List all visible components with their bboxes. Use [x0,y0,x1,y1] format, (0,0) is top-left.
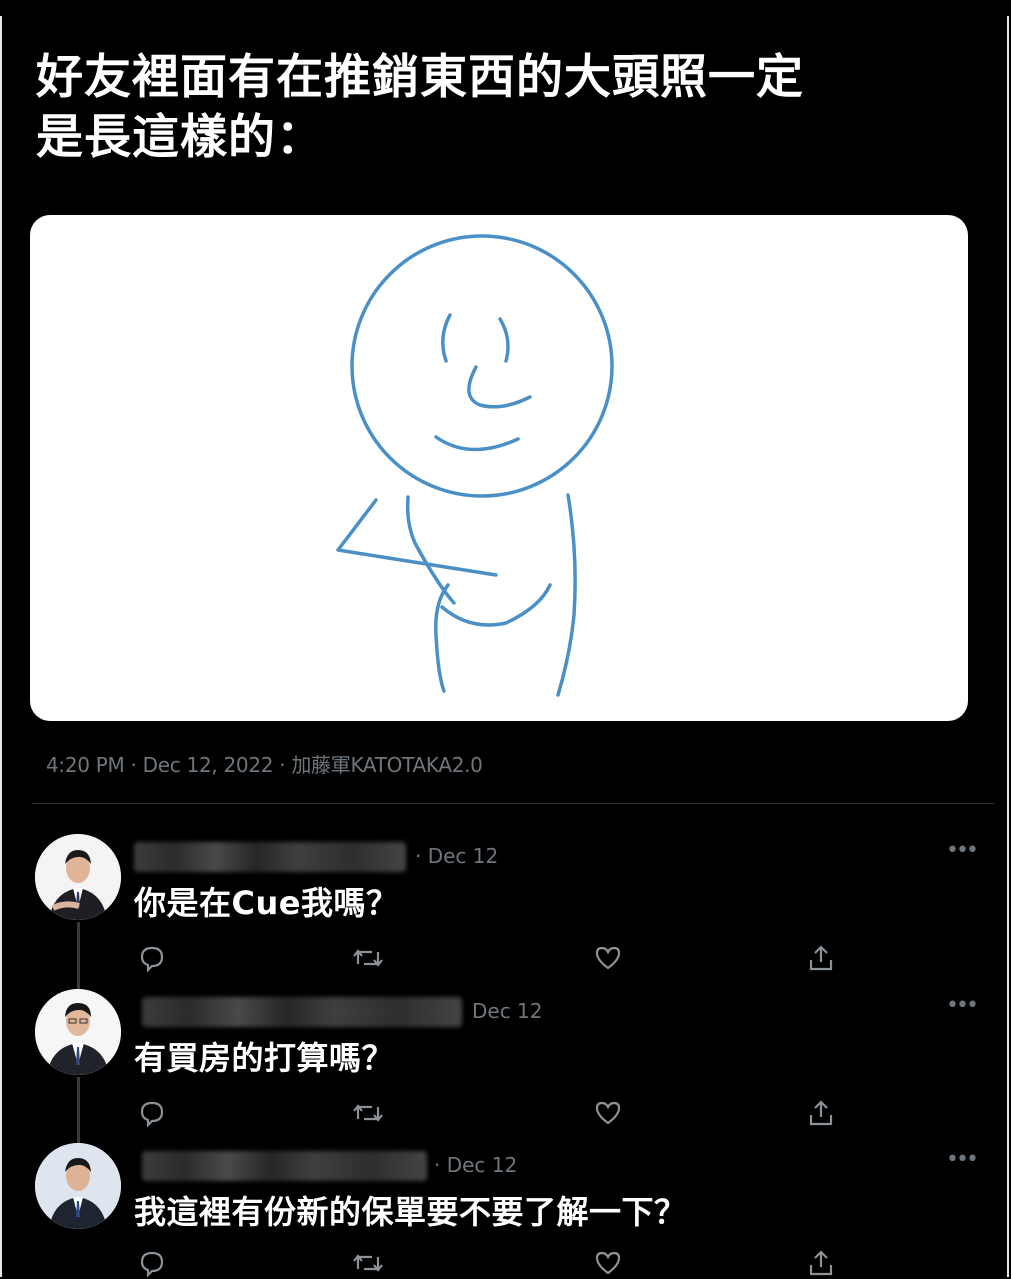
figure-body-right [556,493,577,697]
reply-text: 我這裡有份新的保單要不要了解一下？ [134,1193,687,1231]
avatar-photo-icon [35,1143,121,1229]
tweet-image[interactable] [30,215,968,721]
more-icon[interactable]: ••• [946,993,979,1018]
reply-icon[interactable] [138,1099,166,1127]
avatar-photo-icon [35,834,121,920]
reply-text: 你是在Cue我嗎？ [134,884,399,922]
heart-icon[interactable] [594,1099,622,1127]
blurred-username [142,1151,427,1181]
figure-nose [467,365,532,409]
share-icon[interactable] [807,1099,835,1127]
reply-date: · Dec 12 [415,844,499,868]
reply-item[interactable]: · Dec 12 ••• 你是在Cue我嗎？ [2,834,1007,994]
retweet-icon[interactable] [352,944,384,972]
more-icon[interactable]: ••• [946,838,979,863]
reply-date: · Dec 12 [434,1153,518,1177]
figure-head [350,234,614,498]
heart-icon[interactable] [594,944,622,972]
reply-icon[interactable] [138,944,166,972]
blurred-username [142,997,462,1027]
figure-right-eye [498,317,510,363]
blurred-username [134,842,406,872]
post-headline: 好友裡面有在推銷東西的大頭照一定 是長這樣的： [36,48,976,168]
figure-arm-lower [434,583,450,693]
figure-hand [440,583,552,627]
headline-line-1: 好友裡面有在推銷東西的大頭照一定 [36,50,804,105]
avatar-photo-icon [35,989,121,1075]
reply-item[interactable]: · Dec 12 ••• 我這裡有份新的保單要不要了解一下？ [2,1143,1007,1277]
share-icon[interactable] [807,944,835,972]
reply-item[interactable]: Dec 12 ••• 有買房的打算嗎？ [2,989,1007,1149]
figure-arm-upper [336,498,498,577]
avatar[interactable] [35,989,121,1075]
divider [32,803,994,804]
tweet-screenshot-frame: 好友裡面有在推銷東西的大頭照一定 是長這樣的： 4:20 PM · Dec 12… [0,16,1009,1277]
more-icon[interactable]: ••• [946,1147,979,1172]
retweet-icon[interactable] [352,1099,384,1127]
heart-icon[interactable] [594,1249,622,1277]
retweet-icon[interactable] [352,1249,384,1277]
thread-line [77,1077,80,1149]
share-icon[interactable] [807,1249,835,1277]
avatar[interactable] [35,1143,121,1229]
top-bar [0,0,1011,16]
tweet-timestamp[interactable]: 4:20 PM · Dec 12, 2022 · 加藤軍KATOTAKA2.0 [46,749,483,778]
figure-mouth [434,435,520,452]
reply-icon[interactable] [138,1249,166,1277]
reply-date: Dec 12 [472,999,543,1023]
thread-line [77,922,80,994]
stick-figure-drawing [336,234,614,697]
reply-text: 有買房的打算嗎？ [134,1039,395,1077]
avatar[interactable] [35,834,121,920]
headline-line-2: 是長這樣的： [36,110,324,165]
figure-left-eye [441,313,452,363]
